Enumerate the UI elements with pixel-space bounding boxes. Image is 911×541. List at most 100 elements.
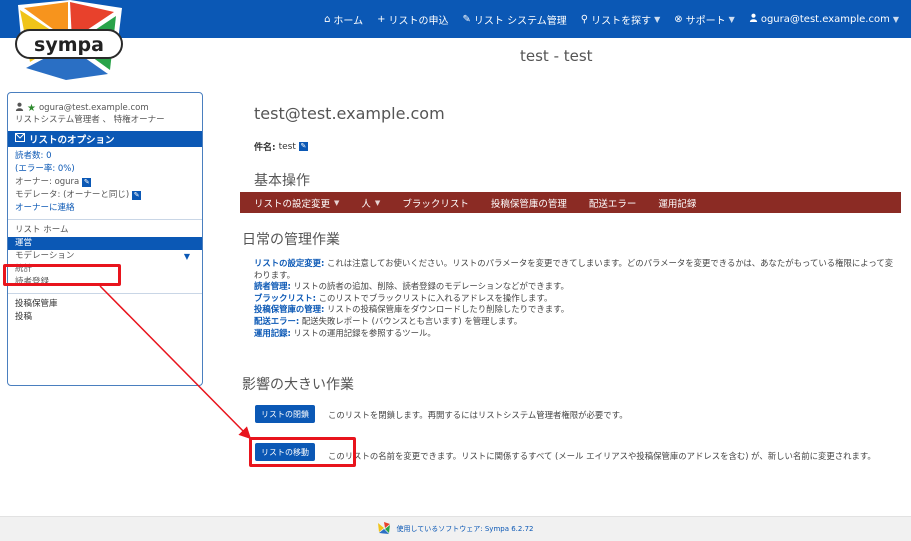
menu-users[interactable]: 人 ▼ (361, 196, 380, 210)
footer-software-link[interactable]: 使用しているソフトウェア: Sympa 6.2.72 (396, 524, 533, 534)
chevron-down-icon: ▼ (334, 198, 340, 207)
nav-request-list[interactable]: + リストの申込 (377, 12, 448, 27)
sidebar-item-archives[interactable]: 投稿保管庫 (8, 298, 202, 311)
edit-subject-icon[interactable]: ✎ (298, 142, 308, 151)
list-options-heading-label: リストのオプション (29, 135, 115, 146)
daily-item-text: リストの運用記録を参照するツール。 (293, 327, 436, 338)
error-rate: (エラー率: 0%) (15, 164, 75, 174)
daily-item-text: リストの読者の追加、削除、読者登録のモデレーションなどができます。 (293, 281, 569, 292)
owner-info: オーナー: ogura ✎ (8, 176, 202, 189)
daily-item: 配送エラー: 配送失敗レポート (バウンスとも言います) を管理します。 (254, 316, 894, 328)
sympa-logo[interactable]: sympa (10, 0, 128, 82)
nav-home[interactable]: ⌂ ホーム (324, 12, 363, 27)
sidebar-divider (8, 293, 202, 294)
daily-item-key[interactable]: 投稿保管庫の管理: (254, 304, 324, 314)
chevron-down-icon: ▼ (892, 14, 899, 24)
menu-users-label: 人 (361, 198, 371, 210)
sidebar-user-email: ogura@test.example.com (38, 103, 149, 113)
nav-home-label: ホーム (333, 15, 364, 27)
nav-user-label: ogura@test.example.com (760, 13, 890, 25)
sidebar-divider (8, 219, 202, 220)
daily-item-key[interactable]: ブラックリスト: (254, 293, 316, 303)
mail-icon (15, 133, 25, 145)
moderator-label: モデレータ: (オーナーと同じ) (15, 190, 130, 200)
sidebar-item-admin[interactable]: 運営 (8, 237, 202, 250)
move-list-description: このリストの名前を変更できます。リストに関係するすべて (メール エイリアスや投… (328, 451, 876, 461)
page-title: test - test (520, 47, 593, 65)
daily-item: 投稿保管庫の管理: リストの投稿保管庫をダウンロードしたり削除したりできます。 (254, 304, 894, 316)
moderator-info: モデレータ: (オーナーと同じ) ✎ (8, 189, 202, 202)
daily-item-text: このリストでブラックリストに入れるアドレスを操作します。 (318, 292, 553, 303)
edit-owner-icon[interactable]: ✎ (82, 178, 92, 187)
sidebar-item-post[interactable]: 投稿 (8, 311, 202, 324)
sidebar-item-moderation-label: モデレーション (15, 251, 75, 261)
nav-system-admin-label: リスト システム管理 (473, 15, 567, 27)
menu-edit-list-config[interactable]: リストの設定変更 ▼ (254, 196, 339, 210)
daily-item-text: これは注意してお使いください。リストのパラメータを変更できてしまいます。どのパラ… (254, 258, 894, 280)
nav-user-menu[interactable]: ogura@test.example.com ▼ (749, 13, 899, 25)
chevron-down-icon: ▼ (374, 198, 381, 207)
star-icon: ★ (27, 103, 36, 114)
list-options-heading: リストのオプション (8, 131, 202, 147)
daily-item-key[interactable]: 読者管理: (254, 281, 291, 291)
sympa-small-logo-icon (377, 522, 391, 536)
high-impact-title: 影響の大きい作業 (242, 377, 354, 393)
menu-blacklist[interactable]: ブラックリスト (402, 196, 469, 210)
menu-edit-list-config-label: リストの設定変更 (254, 198, 331, 210)
daily-item: 読者管理: リストの読者の追加、削除、読者登録のモデレーションなどができます。 (254, 281, 894, 293)
menu-archive-management[interactable]: 投稿保管庫の管理 (491, 196, 567, 210)
nav-system-admin[interactable]: ✎ リスト システム管理 (463, 12, 567, 27)
basic-operations-title: 基本操作 (254, 173, 310, 189)
sidebar-user-info: ★ ogura@test.example.com リストシステム管理者 、 特権… (8, 93, 202, 126)
chevron-down-icon: ▼ (183, 252, 190, 261)
wrench-icon: ✎ (462, 13, 471, 25)
list-subject: 件名: test ✎ (254, 140, 308, 153)
support-icon: ⊗ (674, 13, 683, 25)
nav-support[interactable]: ⊗ サポート ▼ (674, 12, 735, 27)
daily-tasks-description: リストの設定変更: これは注意してお使いください。リストのパラメータを変更できて… (254, 258, 894, 339)
admin-operations-menu: リストの設定変更 ▼ 人 ▼ ブラックリスト 投稿保管庫の管理 配送エラー 運用… (240, 192, 901, 213)
nav-search-lists[interactable]: ⚲ リストを探す ▼ (581, 12, 660, 27)
edit-moderator-icon[interactable]: ✎ (132, 191, 142, 200)
search-icon: ⚲ (580, 13, 589, 25)
list-address: test@test.example.com (254, 104, 445, 123)
top-nav-menu: ⌂ ホーム + リストの申込 ✎ リスト システム管理 ⚲ リストを探す ▼ ⊗… (324, 0, 899, 38)
subject-value: test (278, 141, 296, 152)
chevron-down-icon: ▼ (654, 14, 661, 24)
footer: 使用しているソフトウェア: Sympa 6.2.72 (0, 516, 911, 541)
sidebar: ★ ogura@test.example.com リストシステム管理者 、 特権… (7, 92, 203, 386)
subject-label: 件名: (254, 143, 276, 153)
user-icon (749, 13, 758, 25)
daily-item: 運用記録: リストの運用記録を参照するツール。 (254, 328, 894, 340)
plus-icon: + (377, 13, 386, 25)
menu-logs[interactable]: 運用記録 (658, 196, 696, 210)
user-icon (15, 102, 24, 115)
close-list-description: このリストを閉鎖します。再開するにはリストシステム管理者権限が必要です。 (328, 410, 628, 420)
daily-item-key[interactable]: 運用記録: (254, 328, 291, 338)
daily-tasks-title: 日常の管理作業 (242, 232, 340, 248)
daily-item: リストの設定変更: これは注意してお使いください。リストのパラメータを変更できて… (254, 258, 894, 281)
daily-item: ブラックリスト: このリストでブラックリストに入れるアドレスを操作します。 (254, 293, 894, 305)
sidebar-user-role: リストシステム管理者 、 特権オーナー (15, 115, 165, 125)
daily-item-text: リストの投稿保管庫をダウンロードしたり削除したりできます。 (327, 304, 570, 315)
close-list-button[interactable]: リストの閉鎖 (255, 405, 315, 423)
home-icon: ⌂ (324, 13, 331, 25)
chevron-down-icon: ▼ (728, 14, 735, 24)
move-list-button[interactable]: リストの移動 (255, 443, 315, 461)
nav-request-list-label: リストの申込 (388, 15, 449, 27)
top-navbar: ⌂ ホーム + リストの申込 ✎ リスト システム管理 ⚲ リストを探す ▼ ⊗… (0, 0, 911, 38)
daily-item-key[interactable]: リストの設定変更: (254, 258, 324, 268)
subscriber-count: 読者数: 0 (15, 151, 52, 161)
sidebar-item-list-home[interactable]: リスト ホーム (8, 224, 202, 237)
contact-owner-link[interactable]: オーナーに連絡 (8, 202, 202, 215)
menu-bounces[interactable]: 配送エラー (589, 196, 637, 210)
nav-search-lists-label: リストを探す (591, 15, 652, 27)
owner-label: オーナー: ogura (15, 177, 80, 187)
sidebar-item-subscribe[interactable]: 読者登録 (8, 276, 202, 289)
sidebar-item-stats[interactable]: 統計 (8, 263, 202, 276)
daily-item-key[interactable]: 配送エラー: (254, 316, 299, 326)
daily-item-text: 配送失敗レポート (バウンスとも言います) を管理します。 (301, 315, 523, 326)
sidebar-item-moderation[interactable]: モデレーション ▼ (8, 250, 202, 263)
nav-support-label: サポート (685, 15, 726, 27)
logo-text: sympa (34, 34, 104, 56)
